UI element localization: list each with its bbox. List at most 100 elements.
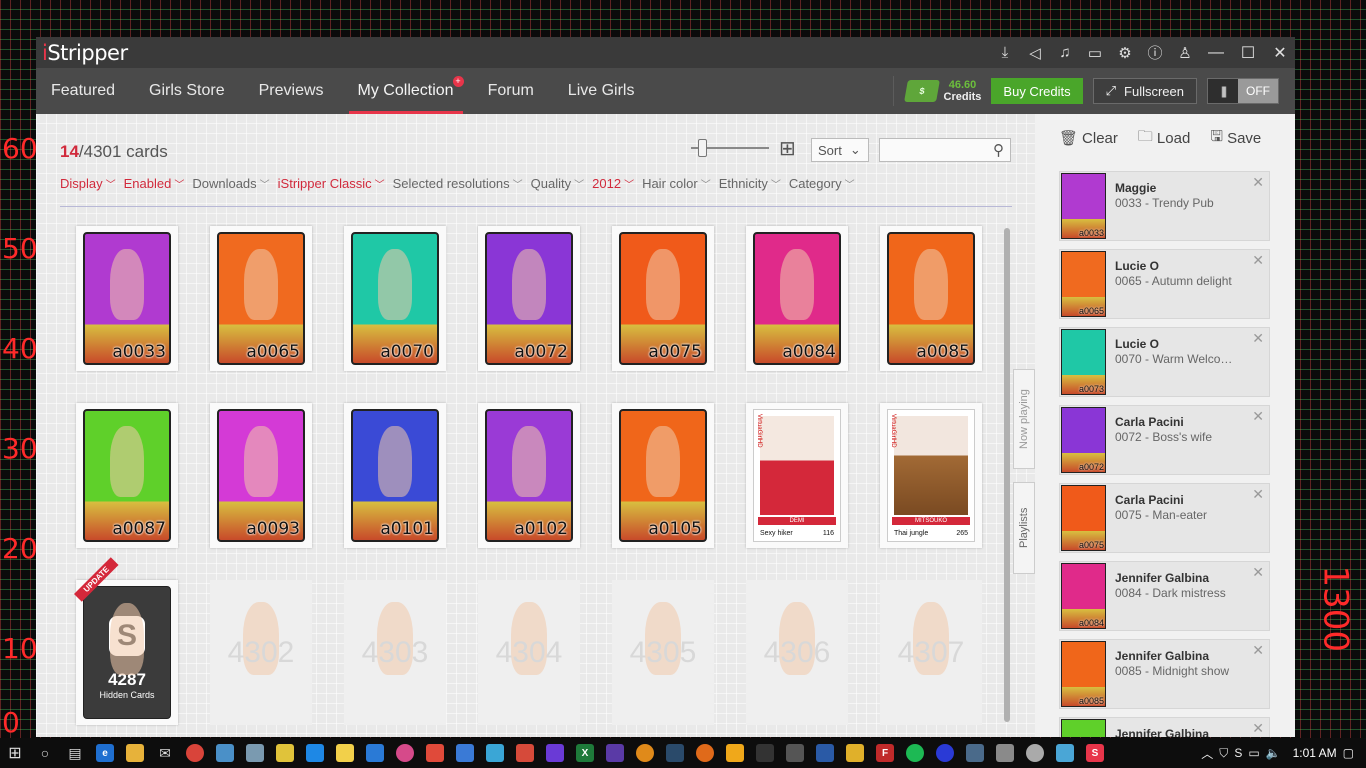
windows-start-icon[interactable]: ⊞ (0, 738, 30, 768)
close-button[interactable]: ✕ (1265, 37, 1295, 68)
istripper-tray-icon[interactable]: S (1234, 746, 1242, 760)
card-a0093[interactable]: a0093 (210, 403, 312, 548)
save-button[interactable]: 🖫 Save (1210, 126, 1261, 151)
card-a0072[interactable]: a0072 (478, 226, 580, 371)
app-icon[interactable] (270, 738, 300, 768)
remove-icon[interactable]: ✕ (1252, 642, 1264, 659)
download-icon[interactable]: ⤓ (991, 37, 1019, 68)
playlist-item[interactable]: a0085 Jennifer Galbina 0085 - Midnight sh… (1059, 639, 1270, 709)
network-icon[interactable]: ▭ (1248, 746, 1259, 760)
filter-year[interactable]: 2012 ﹀ (592, 176, 634, 191)
istripper-taskbar-icon[interactable]: S (1080, 738, 1110, 768)
load-button[interactable]: 🗀 Load (1138, 126, 1190, 151)
playlist-item[interactable]: a0072 Carla Pacini 0072 - Boss's wife ✕ (1059, 405, 1270, 475)
filter-istripper-classic[interactable]: iStripper Classic ﹀ (278, 176, 385, 191)
edge-icon[interactable]: e (90, 738, 120, 768)
file-explorer-icon[interactable] (120, 738, 150, 768)
app-icon[interactable] (300, 738, 330, 768)
card-a0102[interactable]: a0102 (478, 403, 580, 548)
lock-icon[interactable] (840, 738, 870, 768)
spotify-icon[interactable] (900, 738, 930, 768)
card-mitsouko[interactable]: VirtuaGirlHD MITSOUKO Thai jungle 265 (880, 403, 982, 548)
remove-icon[interactable]: ✕ (1252, 486, 1264, 503)
tab-my-collection[interactable]: My Collection + (341, 68, 471, 114)
excel-icon[interactable]: X (570, 738, 600, 768)
playlist-item[interactable]: a0084 Jennifer Galbina 0084 - Dark mistre… (1059, 561, 1270, 631)
firefox-icon[interactable] (690, 738, 720, 768)
app-icon[interactable] (990, 738, 1020, 768)
filter-category[interactable]: Category ﹀ (789, 176, 855, 191)
minimize-button[interactable]: — (1201, 37, 1231, 68)
playlist-item[interactable]: Jennifer Galbina ✕ (1059, 717, 1270, 737)
app-icon[interactable] (630, 738, 660, 768)
music-icon[interactable]: ♫ (1051, 37, 1079, 68)
zoom-slider-handle[interactable] (698, 139, 707, 157)
card-a0070[interactable]: a0070 (344, 226, 446, 371)
filter-ethnicity[interactable]: Ethnicity ﹀ (719, 176, 781, 191)
grid-view-icon[interactable]: ⊞ (779, 139, 801, 161)
remove-icon[interactable]: ✕ (1252, 330, 1264, 347)
remove-icon[interactable]: ✕ (1252, 174, 1264, 191)
card-a0087[interactable]: a0087 (76, 403, 178, 548)
mail-icon[interactable]: ✉ (150, 738, 180, 768)
card-a0101[interactable]: a0101 (344, 403, 446, 548)
search-icon[interactable]: ⚲ (993, 141, 1004, 159)
filter-hair-color[interactable]: Hair color ﹀ (642, 176, 711, 191)
shield-icon[interactable]: ⛉ (1219, 746, 1228, 761)
card-a0033[interactable]: a0033 (76, 226, 178, 371)
remove-icon[interactable]: ✕ (1252, 252, 1264, 269)
notifications-icon[interactable]: ▢ (1343, 746, 1354, 760)
app-icon[interactable] (930, 738, 960, 768)
card-a0085[interactable]: a0085 (880, 226, 982, 371)
tab-now-playing[interactable]: Now playing (1013, 369, 1035, 469)
tab-live-girls[interactable]: Live Girls (551, 68, 652, 114)
card-a0084[interactable]: a0084 (746, 226, 848, 371)
credits-display[interactable]: $ 46.60 Credits (892, 76, 981, 106)
tab-featured[interactable]: Featured (36, 68, 132, 114)
chrome-icon[interactable] (180, 738, 210, 768)
app-icon[interactable] (720, 738, 750, 768)
app-icon[interactable] (750, 738, 780, 768)
tab-forum[interactable]: Forum (471, 68, 551, 114)
remove-icon[interactable]: ✕ (1252, 720, 1264, 737)
search-icon[interactable]: ○ (30, 738, 60, 768)
hidden-cards-tile[interactable]: S 4287 Hidden Cards UPDATE (74, 557, 178, 725)
playlist-item[interactable]: a0033 Maggie 0033 - Trendy Pub ✕ (1059, 171, 1270, 241)
tab-playlists[interactable]: Playlists (1013, 482, 1035, 574)
app-icon[interactable] (1020, 738, 1050, 768)
playlist-item[interactable]: a0065 Lucie O 0065 - Autumn delight ✕ (1059, 249, 1270, 319)
fullscreen-button[interactable]: ⤢ Fullscreen (1092, 78, 1197, 104)
remove-icon[interactable]: ✕ (1252, 564, 1264, 581)
calculator-icon[interactable] (780, 738, 810, 768)
info-icon[interactable]: ⓘ (1141, 37, 1169, 68)
app-icon[interactable] (210, 738, 240, 768)
app-icon[interactable] (600, 738, 630, 768)
scrollbar[interactable] (1004, 228, 1010, 722)
filter-downloads[interactable]: Downloads ﹀ (192, 176, 269, 191)
user-icon[interactable]: ♙ (1171, 37, 1199, 68)
tab-previews[interactable]: Previews (242, 68, 341, 114)
maximize-button[interactable]: ☐ (1233, 37, 1263, 68)
clock[interactable]: 1:01 AM (1293, 746, 1337, 760)
mute-icon[interactable]: ◁ (1021, 37, 1049, 68)
card-a0105[interactable]: a0105 (612, 403, 714, 548)
filter-display[interactable]: Display ﹀ (60, 176, 116, 191)
playlist-item[interactable]: a0073 Lucie O 0070 - Warm Welco… ✕ (1059, 327, 1270, 397)
mode-toggle[interactable]: |||| OFF (1207, 78, 1279, 104)
app-icon[interactable] (480, 738, 510, 768)
app-icon[interactable] (960, 738, 990, 768)
app-icon[interactable] (660, 738, 690, 768)
app-icon[interactable] (240, 738, 270, 768)
card-a0075[interactable]: a0075 (612, 226, 714, 371)
chevron-up-icon[interactable]: ︿ (1201, 745, 1213, 762)
gear-icon[interactable]: ⚙ (1111, 37, 1139, 68)
volume-icon[interactable]: 🔈 (1266, 746, 1281, 760)
app-icon[interactable] (330, 738, 360, 768)
app-icon[interactable] (810, 738, 840, 768)
filezilla-icon[interactable]: F (870, 738, 900, 768)
app-icon[interactable] (360, 738, 390, 768)
app-icon[interactable] (450, 738, 480, 768)
app-icon[interactable] (390, 738, 420, 768)
remove-icon[interactable]: ✕ (1252, 408, 1264, 425)
app-icon[interactable] (540, 738, 570, 768)
